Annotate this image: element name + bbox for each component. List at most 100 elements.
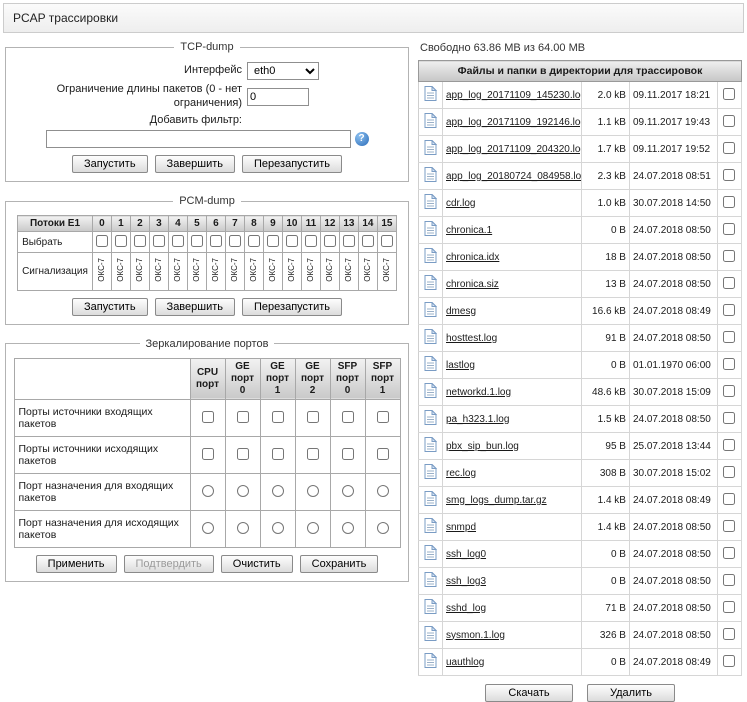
e1-stream-select-checkbox[interactable] <box>191 235 203 247</box>
file-select-checkbox[interactable] <box>723 412 735 424</box>
mirror-radio[interactable] <box>307 485 319 497</box>
file-link[interactable]: chronica.siz <box>446 279 499 290</box>
file-select-checkbox[interactable] <box>723 628 735 640</box>
apply-button[interactable]: Применить <box>36 555 117 573</box>
file-link[interactable]: cdr.log <box>446 198 475 209</box>
pcmdump-restart-button[interactable]: Перезапустить <box>242 298 342 316</box>
file-select-checkbox[interactable] <box>723 439 735 451</box>
file-select-checkbox[interactable] <box>723 169 735 181</box>
e1-stream-select-checkbox[interactable] <box>153 235 165 247</box>
file-link[interactable]: app_log_20171109_192146.log <box>446 117 581 128</box>
file-select-checkbox[interactable] <box>723 115 735 127</box>
e1-stream-select-checkbox[interactable] <box>115 235 127 247</box>
file-select-checkbox[interactable] <box>723 385 735 397</box>
e1-stream-select-checkbox[interactable] <box>172 235 184 247</box>
clear-button[interactable]: Очистить <box>221 555 293 573</box>
save-button[interactable]: Сохранить <box>300 555 379 573</box>
tcpdump-stop-button[interactable]: Завершить <box>155 155 235 173</box>
file-link[interactable]: ssh_log3 <box>446 576 486 587</box>
mirror-checkbox[interactable] <box>237 448 249 460</box>
file-select-checkbox[interactable] <box>723 196 735 208</box>
filter-input[interactable] <box>46 130 351 148</box>
mirror-checkbox[interactable] <box>377 411 389 423</box>
file-select-checkbox[interactable] <box>723 574 735 586</box>
file-link[interactable]: smg_logs_dump.tar.gz <box>446 495 547 506</box>
mirror-checkbox[interactable] <box>272 448 284 460</box>
file-link[interactable]: chronica.1 <box>446 225 492 236</box>
mirror-checkbox[interactable] <box>342 411 354 423</box>
tcpdump-start-button[interactable]: Запустить <box>72 155 148 173</box>
file-select-checkbox[interactable] <box>723 655 735 667</box>
file-select-checkbox[interactable] <box>723 520 735 532</box>
file-link[interactable]: rec.log <box>446 468 476 479</box>
mirror-checkbox[interactable] <box>272 411 284 423</box>
file-select-checkbox[interactable] <box>723 493 735 505</box>
file-select-checkbox[interactable] <box>723 250 735 262</box>
file-link[interactable]: pa_h323.1.log <box>446 414 509 425</box>
mirror-checkbox[interactable] <box>237 411 249 423</box>
mirror-checkbox[interactable] <box>307 411 319 423</box>
mirror-checkbox[interactable] <box>307 448 319 460</box>
e1-stream-select-checkbox[interactable] <box>343 235 355 247</box>
file-link[interactable]: networkd.1.log <box>446 387 511 398</box>
e1-stream-select-checkbox[interactable] <box>286 235 298 247</box>
file-select-checkbox[interactable] <box>723 142 735 154</box>
mirror-radio[interactable] <box>342 485 354 497</box>
file-select-checkbox[interactable] <box>723 304 735 316</box>
mirror-radio[interactable] <box>377 522 389 534</box>
e1-stream-select-checkbox[interactable] <box>210 235 222 247</box>
mirror-checkbox[interactable] <box>202 448 214 460</box>
mirror-radio[interactable] <box>342 522 354 534</box>
mirror-radio[interactable] <box>272 522 284 534</box>
e1-stream-select-checkbox[interactable] <box>229 235 241 247</box>
file-select-checkbox[interactable] <box>723 331 735 343</box>
file-select-checkbox[interactable] <box>723 601 735 613</box>
mirror-radio[interactable] <box>237 485 249 497</box>
file-link[interactable]: chronica.idx <box>446 252 499 263</box>
delete-button[interactable]: Удалить <box>587 684 675 702</box>
download-button[interactable]: Скачать <box>485 684 573 702</box>
pcmdump-stop-button[interactable]: Завершить <box>155 298 235 316</box>
e1-stream-select-checkbox[interactable] <box>362 235 374 247</box>
mirror-checkbox[interactable] <box>342 448 354 460</box>
file-link[interactable]: uauthlog <box>446 657 484 668</box>
file-link[interactable]: app_log_20171109_145230.log <box>446 90 581 101</box>
mirror-checkbox[interactable] <box>202 411 214 423</box>
packet-length-limit-input[interactable] <box>247 88 309 106</box>
file-select-checkbox[interactable] <box>723 223 735 235</box>
file-link[interactable]: sysmon.1.log <box>446 630 505 641</box>
e1-stream-select-checkbox[interactable] <box>324 235 336 247</box>
interface-select[interactable]: eth0 <box>247 62 319 80</box>
file-link[interactable]: sshd_log <box>446 603 486 614</box>
file-select-checkbox[interactable] <box>723 277 735 289</box>
e1-stream-select-checkbox[interactable] <box>267 235 279 247</box>
e1-stream-select-checkbox[interactable] <box>305 235 317 247</box>
mirror-radio[interactable] <box>202 522 214 534</box>
tcpdump-restart-button[interactable]: Перезапустить <box>242 155 342 173</box>
file-select-checkbox[interactable] <box>723 547 735 559</box>
pcmdump-start-button[interactable]: Запустить <box>72 298 148 316</box>
file-select-checkbox[interactable] <box>723 88 735 100</box>
file-link[interactable]: pbx_sip_bun.log <box>446 441 519 452</box>
e1-stream-select-checkbox[interactable] <box>96 235 108 247</box>
file-link[interactable]: app_log_20180724_084958.log <box>446 171 581 182</box>
mirror-radio[interactable] <box>202 485 214 497</box>
mirror-radio[interactable] <box>272 485 284 497</box>
file-link[interactable]: ssh_log0 <box>446 549 486 560</box>
help-icon[interactable]: ? <box>355 132 369 146</box>
mirror-radio[interactable] <box>237 522 249 534</box>
file-link[interactable]: dmesg <box>446 306 476 317</box>
e1-stream-select-checkbox[interactable] <box>248 235 260 247</box>
mirror-radio[interactable] <box>377 485 389 497</box>
file-link[interactable]: hosttest.log <box>446 333 497 344</box>
e1-stream-select-checkbox[interactable] <box>381 235 393 247</box>
file-select-checkbox[interactable] <box>723 358 735 370</box>
mirror-radio[interactable] <box>307 522 319 534</box>
file-link[interactable]: snmpd <box>446 522 476 533</box>
file-link[interactable]: app_log_20171109_204320.log <box>446 144 581 155</box>
e1-stream-select-checkbox[interactable] <box>134 235 146 247</box>
confirm-button[interactable]: Подтвердить <box>124 555 214 573</box>
file-link[interactable]: lastlog <box>446 360 475 371</box>
mirror-checkbox[interactable] <box>377 448 389 460</box>
file-select-checkbox[interactable] <box>723 466 735 478</box>
